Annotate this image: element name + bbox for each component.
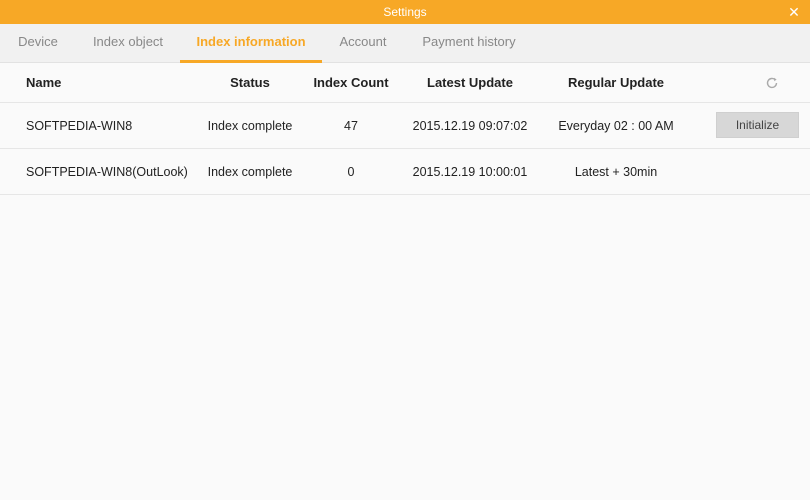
table-header: Name Status Index Count Latest Update Re… [0, 62, 810, 103]
close-button[interactable]: ✕ [784, 2, 804, 22]
header-latest-update: Latest Update [427, 74, 513, 90]
tab-account[interactable]: Account [332, 24, 394, 60]
header-regular-update: Regular Update [567, 74, 665, 90]
header-name: Name [26, 74, 62, 90]
refresh-icon[interactable] [764, 75, 780, 91]
row-index-count: 0 [347, 164, 355, 179]
tab-device[interactable]: Device [8, 24, 68, 60]
tab-index-object[interactable]: Index object [86, 24, 170, 60]
tab-payment-history[interactable]: Payment history [416, 24, 522, 60]
row-regular-update: Everyday 02 : 00 AM [558, 118, 674, 133]
row-index-count: 47 [344, 118, 358, 133]
table-row: SOFTPEDIA-WIN8 Index complete 47 2015.12… [0, 103, 810, 149]
close-icon: ✕ [788, 4, 800, 20]
window-title: Settings [383, 5, 427, 19]
title-bar: Settings ✕ [0, 0, 810, 24]
row-latest-update: 2015.12.19 10:00:01 [412, 164, 528, 179]
row-status: Index complete [207, 164, 293, 179]
initialize-button[interactable]: Initialize [716, 112, 799, 138]
header-status: Status [230, 74, 270, 90]
tab-bar: Device Index object Index information Ac… [0, 24, 810, 63]
row-name: SOFTPEDIA-WIN8(OutLook) [26, 164, 188, 179]
row-latest-update: 2015.12.19 09:07:02 [412, 118, 528, 133]
table-row: SOFTPEDIA-WIN8(OutLook) Index complete 0… [0, 149, 810, 195]
header-index-count: Index Count [313, 74, 389, 90]
row-status: Index complete [207, 118, 293, 133]
tab-index-information[interactable]: Index information [180, 24, 322, 63]
row-name: SOFTPEDIA-WIN8 [26, 118, 133, 133]
row-regular-update: Latest + 30min [574, 164, 658, 179]
